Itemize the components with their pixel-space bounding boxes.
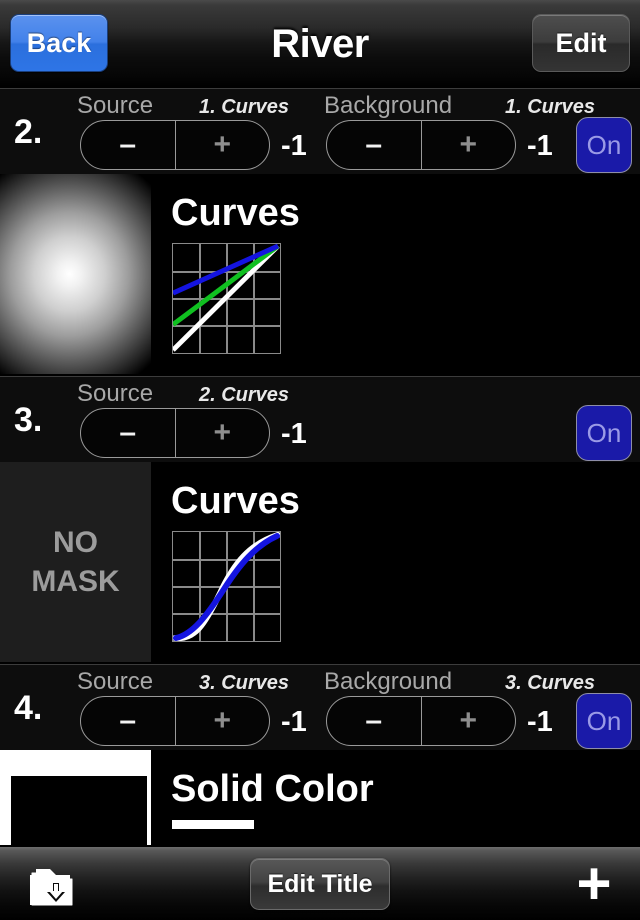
background-plus-button[interactable]: + <box>422 121 516 169</box>
source-plus-button[interactable]: + <box>176 409 270 457</box>
solid-color-swatch-bar <box>172 820 254 829</box>
source-stepper[interactable]: – + <box>80 696 270 746</box>
effect-title: Curves <box>171 480 300 522</box>
row-number: 4. <box>14 689 43 727</box>
source-value: 1. Curves <box>199 96 290 118</box>
layer-toggle-button[interactable]: On <box>576 693 632 749</box>
row-number: 2. <box>14 113 43 151</box>
bottom-toolbar: Edit Title + <box>0 845 640 920</box>
effect-panel-curves-2[interactable]: NO MASK Curves <box>0 462 640 662</box>
background-value: 1. Curves <box>505 96 596 118</box>
background-label: Background <box>324 92 453 119</box>
background-minus-button[interactable]: – <box>327 121 422 169</box>
layer-toggle-button[interactable]: On <box>576 405 632 461</box>
source-stepper[interactable]: – + <box>80 408 270 458</box>
source-minus-button[interactable]: – <box>81 697 176 745</box>
effect-title: Solid Color <box>171 768 374 810</box>
source-label: Source <box>77 380 154 407</box>
layer-toggle-button[interactable]: On <box>576 117 632 173</box>
source-value: 3. Curves <box>199 672 290 694</box>
background-plus-button[interactable]: + <box>422 697 516 745</box>
source-plus-button[interactable]: + <box>176 121 270 169</box>
source-plus-button[interactable]: + <box>176 697 270 745</box>
source-minus-button[interactable]: – <box>81 121 176 169</box>
background-minus-button[interactable]: – <box>327 697 422 745</box>
navigation-bar: River Back Edit <box>0 0 640 88</box>
source-amount: -1 <box>281 130 307 162</box>
effect-panel-body: Solid Color <box>151 750 640 845</box>
add-layer-button[interactable]: + <box>568 854 620 914</box>
effect-panel-solid-color[interactable]: Solid Color <box>0 750 640 845</box>
curves-graph-2 <box>172 531 281 642</box>
source-label: Source <box>77 668 154 695</box>
source-stepper[interactable]: – + <box>80 120 270 170</box>
background-label: Background <box>324 668 453 695</box>
source-value: 2. Curves <box>199 384 290 406</box>
app-root: River Back Edit 2. Source 1. Curves – + … <box>0 0 640 920</box>
back-button[interactable]: Back <box>10 14 108 72</box>
background-amount: -1 <box>527 706 553 738</box>
layer-control-row-3: 3. Source 2. Curves – + -1 On <box>0 376 640 462</box>
effect-panel-curves-1[interactable]: Curves <box>0 174 640 374</box>
edit-title-button[interactable]: Edit Title <box>250 858 390 910</box>
no-mask-line-2: MASK <box>31 565 120 598</box>
source-amount: -1 <box>281 418 307 450</box>
background-value: 3. Curves <box>505 672 596 694</box>
folder-download-icon[interactable] <box>28 865 78 909</box>
mask-thumbnail-solid[interactable] <box>0 750 151 845</box>
layer-control-row-4: 4. Source 3. Curves – + -1 Background 3.… <box>0 664 640 750</box>
effect-panel-body: Curves <box>151 174 640 374</box>
row-number: 3. <box>14 401 43 439</box>
source-amount: -1 <box>281 706 307 738</box>
background-stepper[interactable]: – + <box>326 120 516 170</box>
source-minus-button[interactable]: – <box>81 409 176 457</box>
curves-graph-1 <box>172 243 281 354</box>
plus-icon: + <box>576 850 612 917</box>
effect-title: Curves <box>171 192 300 234</box>
mask-thumbnail-radial-gradient[interactable] <box>0 174 151 374</box>
no-mask-text: NO MASK <box>31 523 119 601</box>
edit-button[interactable]: Edit <box>532 14 630 72</box>
background-amount: -1 <box>527 130 553 162</box>
layer-control-row-2: 2. Source 1. Curves – + -1 Background 1.… <box>0 88 640 174</box>
background-stepper[interactable]: – + <box>326 696 516 746</box>
source-label: Source <box>77 92 154 119</box>
no-mask-line-1: NO <box>53 526 98 559</box>
effect-panel-body: Curves <box>151 462 640 662</box>
mask-thumbnail-none[interactable]: NO MASK <box>0 462 151 662</box>
